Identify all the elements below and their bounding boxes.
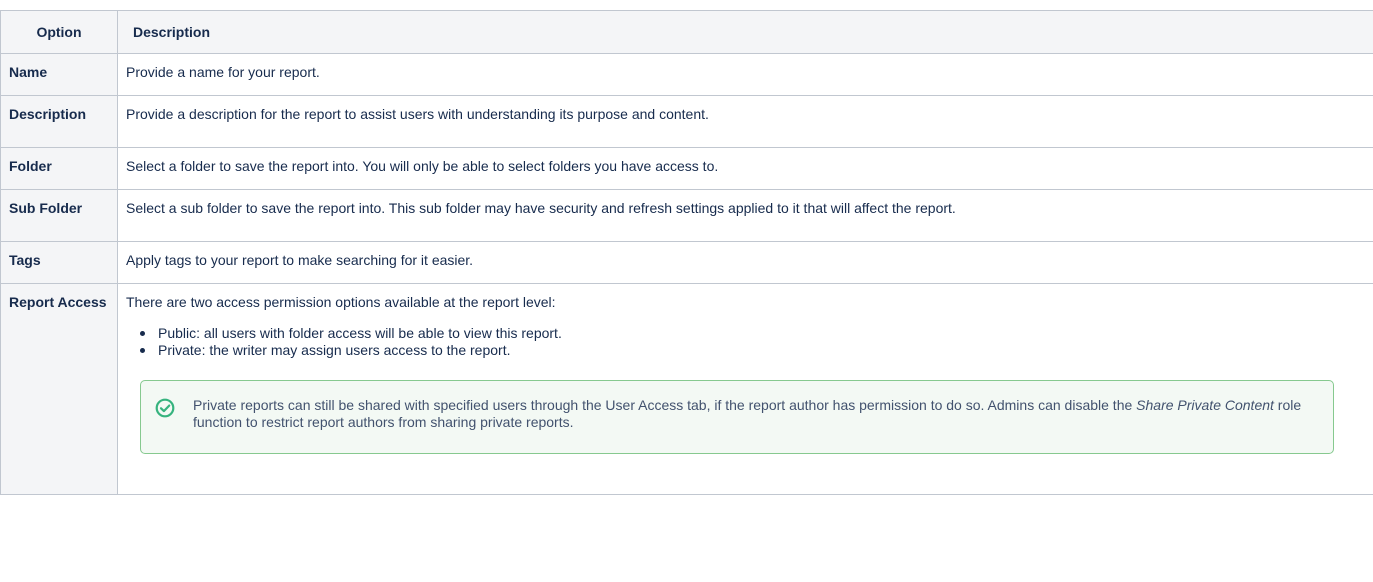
option-name: Report Access [0, 283, 118, 495]
table-row: Tags Apply tags to your report to make s… [0, 241, 1373, 284]
option-description: Provide a name for your report. [117, 53, 1373, 96]
table-row: Description Provide a description for th… [0, 95, 1373, 148]
tip-panel: Private reports can still be shared with… [140, 380, 1334, 454]
options-table-container: Option Description Name Provide a name f… [0, 10, 1373, 495]
option-name: Description [0, 95, 118, 148]
tip-text: Private reports can still be shared with… [193, 397, 1302, 430]
option-description: Apply tags to your report to make search… [117, 241, 1373, 284]
option-name: Tags [0, 241, 118, 284]
options-table: Option Description Name Provide a name f… [0, 10, 1373, 495]
option-description: There are two access permission options … [126, 294, 556, 310]
table-row: Folder Select a folder to save the repor… [0, 147, 1373, 190]
option-description: Provide a description for the report to … [117, 95, 1373, 148]
check-circle-icon [155, 398, 175, 418]
option-column-header: Option [0, 10, 118, 54]
list-item: Private: the writer may assign users acc… [140, 342, 1372, 359]
access-options-list: Public: all users with folder access wil… [126, 325, 1372, 359]
option-name: Name [0, 53, 118, 96]
role-function-name: Share Private Content [1136, 397, 1274, 413]
table-header-row: Option Description [0, 10, 1373, 54]
option-name: Folder [0, 147, 118, 190]
option-description-cell: There are two access permission options … [117, 283, 1373, 495]
table-row: Report Access There are two access permi… [0, 283, 1373, 495]
list-item: Public: all users with folder access wil… [140, 325, 1372, 342]
option-description: Select a sub folder to save the report i… [117, 189, 1373, 242]
option-name: Sub Folder [0, 189, 118, 242]
table-row: Name Provide a name for your report. [0, 53, 1373, 96]
option-description: Select a folder to save the report into.… [117, 147, 1373, 190]
description-column-header: Description [117, 10, 1373, 54]
table-row: Sub Folder Select a sub folder to save t… [0, 189, 1373, 242]
